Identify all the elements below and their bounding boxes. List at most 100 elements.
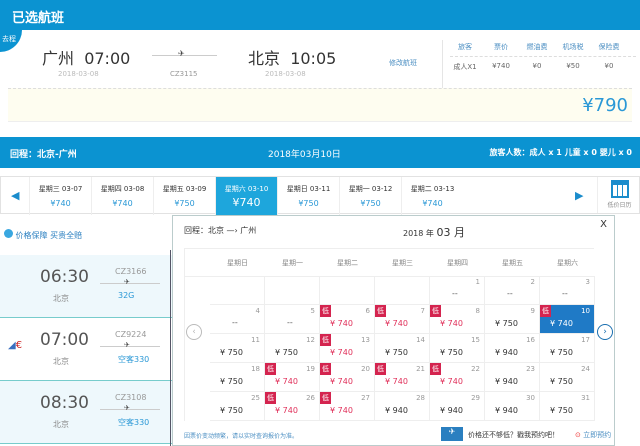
calendar-day[interactable]: 1 -- bbox=[430, 276, 485, 305]
calendar-day[interactable]: 28 ¥ 940 bbox=[375, 392, 430, 421]
calendar-day[interactable]: 14 ¥ 750 bbox=[375, 334, 430, 363]
date-tab-price: ¥750 bbox=[360, 199, 381, 208]
day-number: 13 bbox=[361, 336, 370, 344]
calendar-day[interactable]: 2 -- bbox=[485, 276, 540, 305]
weekday-header: 星期二 bbox=[337, 259, 358, 267]
flight-number: CZ3108 bbox=[115, 393, 147, 402]
weekday-header: 星期四 bbox=[447, 259, 468, 267]
day-price: ¥ 740 bbox=[440, 377, 463, 386]
promo-text: 价格还不够低？戳我预约吧！ bbox=[468, 431, 559, 439]
calendar-day[interactable]: 8 低 ¥ 740 bbox=[430, 305, 485, 334]
day-price: ¥ 740 bbox=[330, 319, 353, 328]
calendar-day[interactable]: 20 低 ¥ 740 bbox=[320, 363, 375, 392]
date-tab-price: ¥740 bbox=[112, 199, 133, 208]
date-tab[interactable]: 星期四 03-08 ¥740 bbox=[91, 177, 153, 215]
plane-type: 空客330 bbox=[118, 418, 150, 427]
date-tab[interactable]: 星期三 03-07 ¥740 bbox=[29, 177, 91, 215]
departure-city: 北京 bbox=[53, 420, 69, 429]
calendar-day[interactable]: 19 低 ¥ 740 bbox=[265, 363, 320, 392]
modify-flight-link[interactable]: 修改航班 bbox=[389, 58, 417, 68]
calendar-day[interactable]: 15 ¥ 750 bbox=[430, 334, 485, 363]
flight-row[interactable]: 08:30 北京 CZ3108 ✈ 空客330 bbox=[0, 381, 172, 444]
calendar-month: 2018 年 03 月 bbox=[403, 226, 465, 239]
calendar-day[interactable]: 21 低 ¥ 740 bbox=[375, 363, 430, 392]
calendar-day[interactable]: 31 ¥ 750 bbox=[540, 392, 595, 421]
date-tab-price: ¥740 bbox=[50, 199, 71, 208]
calendar-day[interactable]: 11 ¥ 750 bbox=[210, 334, 265, 363]
calendar-grid: 星期日 星期一 星期二 星期三 星期四 星期五 星期六 1 -- 2 -- 3 -- 4 -- 5 -- 6 低 ¥ … bbox=[184, 248, 595, 421]
calendar-day[interactable]: 30 ¥ 940 bbox=[485, 392, 540, 421]
day-price: ¥ 940 bbox=[385, 406, 408, 415]
calendar-day[interactable]: 7 低 ¥ 740 bbox=[375, 305, 430, 334]
day-number: 31 bbox=[581, 394, 590, 402]
day-number: 14 bbox=[416, 336, 425, 344]
day-number: 25 bbox=[251, 394, 260, 402]
calendar-day[interactable]: 6 低 ¥ 740 bbox=[320, 305, 375, 334]
calendar-day[interactable]: 16 ¥ 940 bbox=[485, 334, 540, 363]
date-tab[interactable]: 星期五 03-09 ¥750 bbox=[153, 177, 215, 215]
total-price: ¥790 bbox=[582, 95, 628, 116]
price-calendar-popup: 回程：北京 —› 广州 2018 年 03 月 X ‹ › 星期日 星期一 星期二星… bbox=[172, 215, 615, 446]
weekday-header: 星期五 bbox=[502, 259, 523, 267]
low-price-badge: 低 bbox=[540, 305, 551, 317]
date-tab[interactable]: 星期一 03-12 ¥750 bbox=[339, 177, 401, 215]
weekday-header: 星期三 bbox=[392, 259, 413, 267]
prev-week-arrow[interactable]: ◀ bbox=[11, 189, 19, 202]
calendar-day[interactable]: 9 ¥ 750 bbox=[485, 305, 540, 334]
calendar-day[interactable]: 26 低 ¥ 740 bbox=[265, 392, 320, 421]
day-price: ¥ 740 bbox=[385, 319, 408, 328]
day-number: 17 bbox=[581, 336, 590, 344]
close-button[interactable]: X bbox=[600, 219, 607, 230]
book-now-link[interactable]: ⊙ 立即预约 bbox=[575, 430, 611, 440]
low-price-badge: 低 bbox=[430, 305, 441, 317]
calendar-day[interactable]: 3 -- bbox=[540, 276, 595, 305]
calendar-day[interactable]: 17 ¥ 750 bbox=[540, 334, 595, 363]
date-tab[interactable]: 星期二 03-13 ¥740 bbox=[401, 177, 463, 215]
calendar-day[interactable]: 12 ¥ 750 bbox=[265, 334, 320, 363]
day-price: ¥ 750 bbox=[275, 348, 298, 357]
flight-row[interactable]: ◢€ 07:00 北京 CZ9224 ✈ 空客330 bbox=[0, 318, 172, 381]
calendar-day[interactable]: 18 ¥ 750 bbox=[210, 363, 265, 392]
day-price: ¥ 940 bbox=[495, 406, 518, 415]
calendar-day[interactable]: 25 ¥ 750 bbox=[210, 392, 265, 421]
day-number: 2 bbox=[530, 278, 535, 286]
day-number: 10 bbox=[581, 307, 590, 315]
day-number: 16 bbox=[526, 336, 535, 344]
departure-city: 北京 bbox=[53, 294, 69, 303]
day-price: -- bbox=[562, 289, 568, 298]
price-note: 因票价变动频繁，请以实时查询报价为准。 bbox=[184, 433, 299, 440]
departure-time: 08:30 bbox=[40, 393, 89, 413]
calendar-day[interactable]: 29 ¥ 940 bbox=[430, 392, 485, 421]
fee-values: 成人X1 ¥740 ¥0 ¥50 ¥0 bbox=[453, 62, 614, 71]
calendar-day[interactable]: 13 低 ¥ 740 bbox=[320, 334, 375, 363]
low-price-badge: 低 bbox=[320, 363, 331, 375]
next-month-icon[interactable]: › bbox=[597, 324, 613, 340]
day-number: 28 bbox=[416, 394, 425, 402]
calendar-day[interactable]: 22 低 ¥ 740 bbox=[430, 363, 485, 392]
day-price: ¥ 940 bbox=[495, 377, 518, 386]
day-price: ¥ 750 bbox=[550, 377, 573, 386]
calendar-empty-cell[interactable] bbox=[265, 276, 320, 305]
calendar-empty-cell[interactable] bbox=[375, 276, 430, 305]
day-number: 8 bbox=[475, 307, 480, 315]
low-price-calendar-button[interactable]: 低价日历 bbox=[597, 177, 640, 213]
calendar-day[interactable]: 4 -- bbox=[210, 305, 265, 334]
calendar-day[interactable]: 23 ¥ 940 bbox=[485, 363, 540, 392]
calendar-empty-cell[interactable] bbox=[210, 276, 265, 305]
next-week-arrow[interactable]: ▶ bbox=[575, 189, 583, 202]
calendar-empty-cell[interactable] bbox=[320, 276, 375, 305]
date-tab[interactable]: 星期六 03-10 ¥740 bbox=[215, 177, 277, 215]
price-guarantee[interactable]: 价格保障 买贵全赔 bbox=[4, 229, 82, 241]
day-price: ¥ 740 bbox=[275, 406, 298, 415]
day-number: 29 bbox=[471, 394, 480, 402]
date-tab[interactable]: 星期日 03-11 ¥750 bbox=[277, 177, 339, 215]
calendar-day[interactable]: 27 低 ¥ 740 bbox=[320, 392, 375, 421]
date-tab-label: 星期二 03-13 bbox=[410, 185, 455, 193]
flight-row[interactable]: 06:30 北京 CZ3166 ✈ 32G bbox=[0, 255, 172, 318]
calendar-day[interactable]: 5 -- bbox=[265, 305, 320, 334]
day-price: ¥ 750 bbox=[550, 348, 573, 357]
day-price: ¥ 750 bbox=[220, 406, 243, 415]
day-number: 27 bbox=[361, 394, 370, 402]
calendar-day[interactable]: 10 低 ¥ 740 bbox=[540, 305, 595, 334]
calendar-day[interactable]: 24 ¥ 750 bbox=[540, 363, 595, 392]
